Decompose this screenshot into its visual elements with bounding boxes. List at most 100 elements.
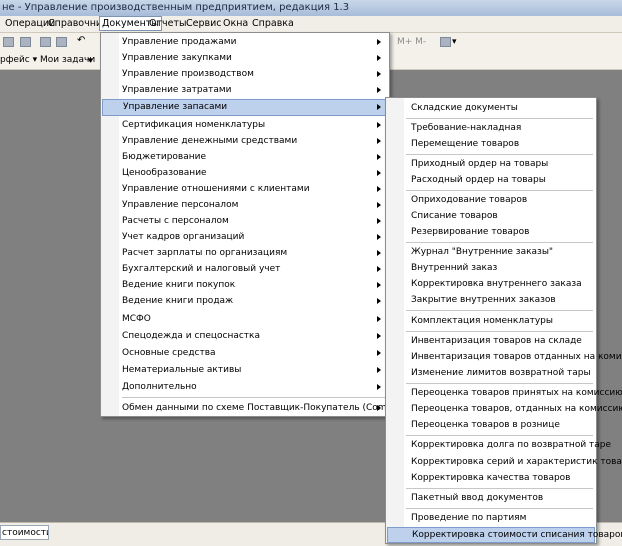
submenu-item[interactable]: Переоценка товаров принятых на комиссию [411, 386, 622, 401]
menu-item-certification[interactable]: Сертификация номенклатуры [122, 118, 387, 133]
undo-icon[interactable]: ↶ [77, 35, 85, 46]
toolbar-dropdown-icon[interactable]: ▾ [452, 37, 457, 47]
menu-separator [406, 488, 593, 489]
menu-separator [406, 383, 593, 384]
menu-item-sales-book[interactable]: Ведение книги продаж [122, 294, 387, 309]
submenu-item-highlighted[interactable]: Корректировка стоимости списания товаров [387, 527, 622, 543]
submenu-item[interactable]: Изменение лимитов возвратной тары [411, 366, 594, 381]
memory-buttons[interactable]: M+ M- [397, 37, 426, 47]
submenu-arrow-icon [377, 218, 381, 224]
menu-separator [406, 508, 593, 509]
submenu-arrow-icon [377, 138, 381, 144]
copy-icon[interactable] [3, 37, 14, 47]
my-tasks-button[interactable]: Мои задачи [40, 55, 95, 65]
submenu-item[interactable]: Корректировка серий и характеристик това… [411, 455, 622, 470]
submenu-arrow-icon [377, 170, 381, 176]
menu-item-workwear[interactable]: Спецодежда и спецоснастка [122, 329, 387, 344]
menu-separator [406, 242, 593, 243]
submenu-item[interactable]: Проведение по партиям [411, 511, 594, 526]
submenu-item[interactable]: Пакетный ввод документов [411, 491, 594, 506]
submenu-item[interactable]: Комплектация номенклатуры [411, 314, 594, 329]
menu-item-label: Дополнительно [122, 382, 197, 392]
interface-selector[interactable]: рфейс ▾ [0, 55, 37, 65]
submenu-item[interactable]: Складские документы [411, 101, 594, 116]
menu-separator [406, 154, 593, 155]
menu-item-purchases[interactable]: Управление закупками [122, 51, 387, 66]
menu-item-label: Расчеты с персоналом [122, 216, 229, 226]
menu-item-label: Бюджетирование [122, 152, 207, 162]
menu-item-crm[interactable]: Управление отношениями с клиентами [122, 182, 387, 197]
menu-item-hr[interactable]: Управление персоналом [122, 198, 387, 213]
menu-item-inventory[interactable]: Управление запасами [102, 99, 388, 116]
submenu-item[interactable]: Инвентаризация товаров отданных на комис… [411, 350, 622, 365]
submenu-arrow-icon [377, 122, 381, 128]
submenu-arrow-icon [377, 55, 381, 61]
submenu-item[interactable]: Инвентаризация товаров на складе [411, 334, 594, 349]
submenu-item[interactable]: Корректировка долга по возвратной таре [411, 438, 611, 453]
submenu-item[interactable]: Корректировка внутреннего заказа [411, 277, 594, 292]
menu-separator [406, 190, 593, 191]
submenu-item[interactable]: Резервирование товаров [411, 225, 594, 240]
submenu-item[interactable]: Приходный ордер на товары [411, 157, 594, 172]
submenu-item[interactable]: Списание товаров [411, 209, 594, 224]
menu-item-commerceml[interactable]: Обмен данными по схеме Поставщик-Покупат… [122, 401, 431, 416]
submenu-item[interactable]: Переоценка товаров в рознице [411, 418, 594, 433]
submenu-arrow-icon [377, 234, 381, 240]
menu-item-label: Бухгалтерский и налоговый учет [122, 264, 281, 274]
menu-item-fixed-assets[interactable]: Основные средства [122, 346, 387, 361]
menu-item-label: МСФО [122, 314, 151, 324]
submenu-arrow-icon [377, 367, 381, 373]
menu-help[interactable]: Справка [250, 17, 296, 31]
submenu-item[interactable]: Переоценка товаров, отданных на комиссию [411, 402, 622, 417]
submenu-item[interactable]: Внутренний заказ [411, 261, 594, 276]
submenu-arrow-icon [377, 71, 381, 77]
submenu-item[interactable]: Корректировка качества товаров [411, 471, 594, 486]
menu-item-costs[interactable]: Управление затратами [122, 83, 387, 98]
menu-item-cash[interactable]: Управление денежными средствами [122, 134, 387, 149]
menu-item-ifrs[interactable]: МСФО [122, 312, 387, 327]
menu-item-sales[interactable]: Управление продажами [122, 35, 387, 50]
submenu-item[interactable]: Расходный ордер на товары [411, 173, 594, 188]
submenu-arrow-icon [377, 39, 381, 45]
preview-icon[interactable] [56, 37, 67, 47]
submenu-item[interactable]: Оприходование товаров [411, 193, 594, 208]
menu-item-label: Учет кадров организаций [122, 232, 245, 242]
submenu-arrow-icon [377, 333, 381, 339]
menu-item-production[interactable]: Управление производством [122, 67, 387, 82]
submenu-arrow-icon [377, 104, 381, 110]
submenu-item[interactable]: Перемещение товаров [411, 137, 594, 152]
menu-item-accounting[interactable]: Бухгалтерский и налоговый учет [122, 262, 387, 277]
print-icon[interactable] [40, 37, 51, 47]
menu-reports[interactable]: Отчеты [147, 17, 189, 31]
submenu-arrow-icon [377, 266, 381, 272]
menu-service[interactable]: Сервис [184, 17, 224, 31]
menu-item-pricing[interactable]: Ценообразование [122, 166, 387, 181]
menu-item-personnel-records[interactable]: Учет кадров организаций [122, 230, 387, 245]
menu-item-label: Ценообразование [122, 168, 207, 178]
submenu-item[interactable]: Требование-накладная [411, 121, 594, 136]
menu-item-label: Управление производством [122, 69, 254, 79]
window-title: не - Управление производственным предпри… [0, 0, 622, 16]
menu-item-payroll-settlements[interactable]: Расчеты с персоналом [122, 214, 387, 229]
menu-item-label: Управление затратами [122, 85, 232, 95]
save-icon[interactable] [20, 37, 31, 47]
menu-item-label: Спецодежда и спецоснастка [122, 331, 261, 341]
menu-item-intangible-assets[interactable]: Нематериальные активы [122, 363, 387, 378]
submenu-arrow-icon [377, 250, 381, 256]
calculator-icon[interactable] [440, 37, 451, 47]
menu-item-additional[interactable]: Дополнительно [122, 380, 387, 395]
menu-separator [406, 435, 593, 436]
menu-item-label: Управление отношениями с клиентами [122, 184, 310, 194]
menu-item-budgeting[interactable]: Бюджетирование [122, 150, 387, 165]
menu-windows[interactable]: Окна [221, 17, 250, 31]
menu-separator [122, 397, 386, 398]
submenu-arrow-icon [377, 298, 381, 304]
menu-item-purchase-book[interactable]: Ведение книги покупок [122, 278, 387, 293]
submenu-arrow-icon [377, 350, 381, 356]
taskbar-window-tab[interactable]: стоимости ... [0, 525, 49, 540]
tasks-dropdown-icon[interactable]: ▾ [88, 56, 93, 66]
submenu-item[interactable]: Закрытие внутренних заказов [411, 293, 594, 308]
submenu-item[interactable]: Журнал "Внутренние заказы" [411, 245, 594, 260]
menu-bar: Операции Справочники Документы Отчеты Се… [0, 16, 622, 33]
menu-item-payroll[interactable]: Расчет зарплаты по организациям [122, 246, 387, 261]
